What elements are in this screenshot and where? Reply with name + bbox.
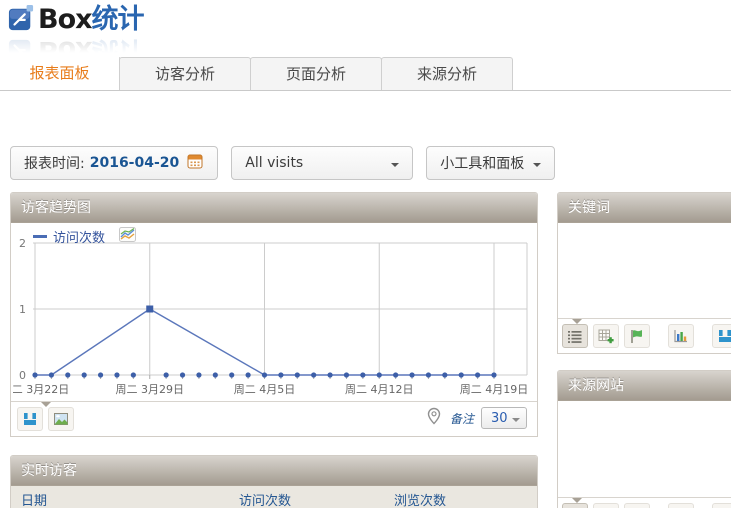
- chevron-down-icon: [391, 163, 399, 171]
- expanded-table-icon[interactable]: [593, 503, 619, 508]
- realtime-table-header: 日期访问次数浏览次数: [11, 486, 537, 508]
- referrers-view-buttons: [562, 503, 731, 508]
- realtime-column-header[interactable]: 浏览次数: [384, 490, 446, 508]
- chevron-down-icon: [533, 163, 541, 171]
- visitor-trend-footer: 备注 30: [11, 401, 537, 436]
- logo-text: Box统计: [38, 6, 144, 34]
- list-view-icon[interactable]: [562, 324, 588, 348]
- svg-text:1: 1: [19, 303, 26, 316]
- chart-footer-right: 备注 30: [425, 407, 527, 429]
- widgets-button-label: 小工具和面板: [440, 153, 524, 173]
- list-view-icon[interactable]: [562, 503, 588, 508]
- keywords-widget: 关键词: [557, 192, 731, 354]
- segment-selector[interactable]: All visits: [231, 146, 413, 180]
- app-logo: Box统计: [8, 4, 144, 36]
- referrer-websites-footer: [558, 497, 731, 508]
- chevron-down-icon: [512, 418, 520, 426]
- map-pin-icon[interactable]: [425, 407, 443, 429]
- visitor-trend-body: 访问次数 0 1 2 周二 3月22日 周二 3月29日 周二 4月5日 周二 4月12日 周…: [11, 223, 537, 401]
- referrer-websites-widget: 来源网站: [557, 370, 731, 508]
- calendar-icon: [186, 152, 204, 174]
- goal-flag-icon[interactable]: [624, 503, 650, 508]
- chart-export-buttons: [17, 407, 74, 431]
- visitor-trend-widget: 访客趋势图 访问次数 0 1 2 周二 3月22日 周二 3月29日 周二 4月5日 周二 …: [10, 192, 538, 437]
- rows-count-select[interactable]: 30: [481, 407, 527, 429]
- legend-label: 访问次数: [53, 227, 105, 246]
- realtime-column-header[interactable]: 日期: [11, 490, 229, 508]
- expanded-table-icon[interactable]: [593, 324, 619, 348]
- realtime-visitors-title[interactable]: 实时访客: [11, 456, 537, 486]
- tab-referrer-analysis[interactable]: 来源分析: [381, 57, 513, 90]
- svg-text:周二 3月29日: 周二 3月29日: [116, 383, 185, 396]
- svg-text:2: 2: [19, 237, 26, 250]
- realtime-visitors-widget: 实时访客 日期访问次数浏览次数: [10, 455, 538, 508]
- svg-text:周二 3月22日: 周二 3月22日: [13, 383, 69, 396]
- rows-count-value: 30: [491, 411, 508, 426]
- realtime-column-header[interactable]: 访问次数: [229, 490, 384, 508]
- referrer-websites-body: [558, 401, 731, 497]
- logo-text-cn: 统计: [92, 4, 144, 35]
- report-date-button[interactable]: 报表时间: 2016-04-20: [10, 146, 218, 180]
- visitor-trend-title[interactable]: 访客趋势图: [11, 193, 537, 223]
- svg-text:周二 4月5日: 周二 4月5日: [234, 383, 296, 396]
- export-disk-icon[interactable]: [712, 503, 731, 508]
- goal-flag-icon[interactable]: [624, 324, 650, 348]
- svg-text:周二 4月19日: 周二 4月19日: [460, 383, 529, 396]
- tab-report-dashboard[interactable]: 报表面板: [0, 57, 120, 90]
- legend-line-swatch: [33, 235, 47, 238]
- bar-chart-icon[interactable]: [668, 324, 694, 348]
- svg-text:0: 0: [19, 369, 26, 382]
- segment-value: All visits: [245, 155, 303, 171]
- tab-visitor-analysis[interactable]: 访客分析: [119, 57, 251, 90]
- export-disk-icon[interactable]: [17, 407, 43, 431]
- page: Box统计 Box统计 报表面板访客分析页面分析来源分析 报表时间: 2016-…: [0, 0, 731, 508]
- box-logo-icon: [8, 4, 34, 36]
- tab-page-analysis[interactable]: 页面分析: [250, 57, 382, 90]
- report-date-label: 报表时间:: [24, 153, 85, 173]
- svg-text:周二 4月12日: 周二 4月12日: [345, 383, 414, 396]
- toolbar: 报表时间: 2016-04-20 All visits 小工具和面板: [10, 146, 568, 180]
- logo-text-en: Box: [38, 4, 92, 35]
- report-date-value: 2016-04-20: [90, 155, 180, 171]
- keywords-footer: [558, 318, 731, 353]
- referrer-websites-title[interactable]: 来源网站: [558, 371, 731, 401]
- chart-type-icon[interactable]: [119, 226, 136, 247]
- tab-bar: 报表面板访客分析页面分析来源分析: [0, 57, 731, 91]
- keywords-title[interactable]: 关键词: [558, 193, 731, 223]
- annotations-link[interactable]: 备注: [450, 410, 474, 427]
- export-disk-icon[interactable]: [712, 324, 731, 348]
- widgets-and-dashboard-button[interactable]: 小工具和面板: [426, 146, 555, 180]
- chart-legend: 访问次数: [33, 226, 136, 247]
- visitor-trend-chart[interactable]: 0 1 2 周二 3月22日 周二 3月29日 周二 4月5日 周二 4月12日 周二 4月1…: [13, 227, 535, 401]
- image-export-icon[interactable]: [48, 407, 74, 431]
- bar-chart-icon[interactable]: [668, 503, 694, 508]
- keywords-body: [558, 223, 731, 318]
- keywords-view-buttons: [562, 324, 731, 348]
